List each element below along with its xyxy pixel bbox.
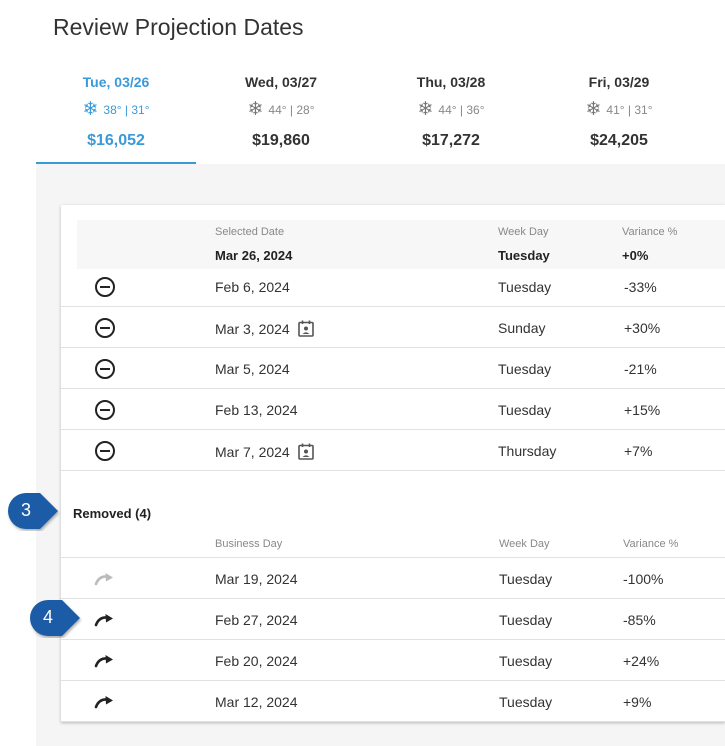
snowflake-icon: ❄	[247, 99, 264, 120]
weather-temps: 44° | 28°	[268, 102, 315, 117]
day-tab-label: Wed, 03/27	[244, 74, 318, 90]
row-weekday: Tuesday	[499, 571, 553, 587]
selected-date-header: Selected Date Week Day Variance % Mar 26…	[77, 220, 725, 269]
day-tab-amount: $17,272	[422, 132, 480, 149]
day-tab-amount: $24,205	[590, 132, 648, 149]
day-tab-weather: ❄ 38° | 31°	[36, 100, 196, 119]
snowflake-icon: ❄	[417, 99, 434, 120]
day-tabs: Tue, 03/26 ❄ 38° | 31° $16,052 Wed, 03/27…	[36, 62, 725, 164]
calendar-person-icon	[297, 443, 314, 460]
row-date: Mar 3, 2024	[215, 320, 314, 337]
selected-date-value: Mar 26, 2024	[215, 248, 293, 263]
day-tab-label: Tue, 03/26	[82, 74, 150, 90]
restore-arrow-icon[interactable]	[93, 649, 117, 673]
row-date: Mar 12, 2024	[215, 694, 298, 710]
row-variance: +9%	[623, 694, 652, 710]
table-row: Feb 27, 2024 Tuesday -85%	[61, 599, 725, 640]
day-tab-weather: ❄ 41° | 31°	[539, 100, 699, 119]
row-date: Mar 5, 2024	[215, 361, 290, 377]
row-variance: -85%	[623, 612, 656, 628]
projection-dates-card: Selected Date Week Day Variance % Mar 26…	[61, 205, 725, 722]
row-variance: +7%	[624, 443, 653, 459]
remove-circle-icon[interactable]	[93, 398, 117, 422]
snowflake-icon: ❄	[82, 99, 99, 120]
restore-arrow-icon[interactable]	[93, 690, 117, 714]
callout-badge-3: 3	[6, 491, 60, 531]
table-row: Mar 3, 2024 Sunday +30%	[61, 307, 725, 348]
row-weekday: Tuesday	[498, 402, 552, 418]
day-tab-weather: ❄ 44° | 36°	[371, 100, 531, 119]
business-day-column-header: Business Day	[215, 538, 283, 550]
removed-table-header: Business Day Week Day Variance %	[61, 531, 725, 558]
row-weekday: Sunday	[498, 320, 546, 336]
variance-column-header: Variance %	[623, 538, 679, 550]
removed-section-title: Removed (4)	[73, 506, 152, 521]
table-row: Mar 5, 2024 Tuesday -21%	[61, 348, 725, 389]
table-row: Mar 19, 2024 Tuesday -100%	[61, 558, 725, 599]
row-variance: +30%	[624, 320, 661, 336]
day-tab-label: Thu, 03/28	[416, 74, 486, 90]
variance-column-header: Variance %	[622, 226, 678, 238]
row-date: Feb 20, 2024	[215, 653, 298, 669]
row-weekday: Tuesday	[499, 612, 553, 628]
day-tab-amount: $19,860	[252, 132, 310, 149]
table-row: Feb 20, 2024 Tuesday +24%	[61, 640, 725, 681]
table-row: Feb 13, 2024 Tuesday +15%	[61, 389, 725, 430]
day-tab-fri[interactable]: Fri, 03/29 ❄ 41° | 31° $24,205	[539, 62, 699, 164]
row-date: Feb 27, 2024	[215, 612, 298, 628]
row-date-text: Mar 3, 2024	[215, 321, 290, 337]
day-tab-thu[interactable]: Thu, 03/28 ❄ 44° | 36° $17,272	[371, 62, 531, 164]
row-weekday: Tuesday	[499, 653, 553, 669]
table-row: Mar 12, 2024 Tuesday +9%	[61, 681, 725, 722]
table-row: Feb 6, 2024 Tuesday -33%	[61, 266, 725, 307]
day-tab-amount: $16,052	[87, 132, 145, 149]
day-tab-tue[interactable]: Tue, 03/26 ❄ 38° | 31° $16,052	[36, 62, 196, 164]
day-tab-wed[interactable]: Wed, 03/27 ❄ 44° | 28° $19,860	[201, 62, 361, 164]
weekday-column-header: Week Day	[498, 226, 549, 238]
row-variance: -100%	[623, 571, 664, 587]
row-weekday: Tuesday	[499, 694, 553, 710]
row-variance: -21%	[624, 361, 657, 377]
remove-circle-icon[interactable]	[93, 275, 117, 299]
row-weekday: Tuesday	[498, 361, 552, 377]
weather-temps: 44° | 36°	[438, 102, 485, 117]
remove-circle-icon[interactable]	[93, 439, 117, 463]
remove-circle-icon[interactable]	[93, 357, 117, 381]
row-date: Mar 7, 2024	[215, 443, 314, 460]
restore-arrow-icon	[93, 567, 117, 591]
row-variance: +24%	[623, 653, 660, 669]
row-date: Feb 6, 2024	[215, 279, 290, 295]
selected-date-column-header: Selected Date	[215, 226, 285, 238]
page-title: Review Projection Dates	[53, 14, 304, 40]
weather-temps: 38° | 31°	[103, 102, 150, 117]
row-weekday: Thursday	[498, 443, 557, 459]
restore-arrow-icon[interactable]	[93, 608, 117, 632]
table-row: Mar 7, 2024 Thursday +7%	[61, 430, 725, 471]
day-tab-weather: ❄ 44° | 28°	[201, 100, 361, 119]
callout-number: 4	[42, 607, 53, 627]
row-date: Feb 13, 2024	[215, 402, 298, 418]
callout-badge-4: 4	[28, 598, 82, 638]
remove-circle-icon[interactable]	[93, 316, 117, 340]
selected-variance-value: +0%	[622, 248, 649, 263]
row-variance: -33%	[624, 279, 657, 295]
selected-weekday-value: Tuesday	[498, 248, 550, 263]
snowflake-icon: ❄	[585, 99, 602, 120]
weekday-column-header: Week Day	[499, 538, 550, 550]
callout-number: 3	[20, 500, 31, 520]
weather-temps: 41° | 31°	[606, 102, 653, 117]
row-date-text: Mar 7, 2024	[215, 444, 290, 460]
day-tab-label: Fri, 03/29	[588, 74, 650, 90]
row-date: Mar 19, 2024	[215, 571, 298, 587]
row-variance: +15%	[624, 402, 661, 418]
calendar-person-icon	[297, 320, 314, 337]
row-weekday: Tuesday	[498, 279, 552, 295]
